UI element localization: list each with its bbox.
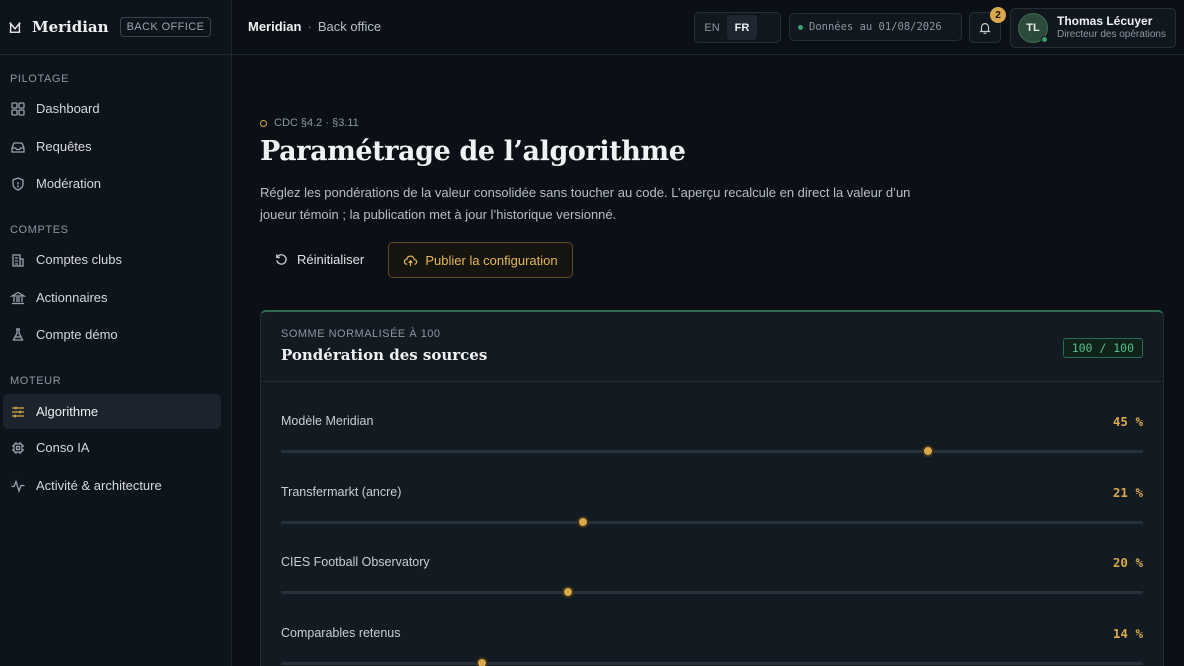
online-status-icon bbox=[1041, 36, 1048, 43]
sidebar-item-label: Algorithme bbox=[36, 404, 99, 419]
breadcrumb-separator: · bbox=[307, 19, 312, 34]
activity-icon bbox=[10, 478, 36, 494]
data-freshness-pill: Données au 01/08/2026 bbox=[789, 13, 962, 41]
language-switcher: EN FR bbox=[694, 12, 781, 43]
user-name: Thomas Lécuyer bbox=[1057, 14, 1153, 29]
chip-icon bbox=[10, 440, 36, 456]
section-label-moteur: MOTEUR bbox=[10, 375, 62, 387]
publish-button-label: Publier la configuration bbox=[425, 252, 558, 268]
language-option-en[interactable]: EN bbox=[697, 15, 727, 40]
notifications-count-badge: 2 bbox=[990, 7, 1006, 23]
sidebar-item-dashboard[interactable]: Dashboard bbox=[3, 91, 221, 126]
status-dot-icon bbox=[798, 24, 803, 30]
source-row: CIES Football Observatory 20 % bbox=[281, 555, 1143, 615]
sliders-icon bbox=[10, 404, 36, 420]
source-label: Modèle Meridian bbox=[281, 414, 374, 428]
meridian-logo-icon bbox=[9, 22, 21, 33]
sidebar-item-requetes[interactable]: Requêtes bbox=[3, 129, 221, 164]
topbar: Meridian · Back office EN FR Données au 01… bbox=[232, 0, 1184, 55]
sidebar-item-moderation[interactable]: Modération bbox=[3, 166, 221, 201]
sidebar-item-comptes-clubs[interactable]: Comptes clubs bbox=[3, 242, 221, 277]
weight-slider-thumb[interactable] bbox=[476, 657, 489, 666]
source-label: Comparables retenus bbox=[281, 626, 401, 640]
sidebar-item-label: Dashboard bbox=[36, 101, 100, 116]
sidebar-item-activite[interactable]: Activité & architecture bbox=[3, 468, 221, 503]
reset-button[interactable]: Réinitialiser bbox=[264, 242, 374, 276]
source-weights-card: SOMME NORMALISÉE À 100 Pondération des s… bbox=[260, 310, 1164, 666]
sidebar-item-label: Modération bbox=[36, 176, 102, 191]
ring-icon bbox=[260, 119, 267, 127]
shield-icon bbox=[10, 176, 36, 192]
section-label-comptes: COMPTES bbox=[10, 224, 69, 236]
reset-button-label: Réinitialiser bbox=[297, 251, 365, 267]
sidebar-item-actionnaires[interactable]: Actionnaires bbox=[3, 280, 221, 315]
sidebar-item-algorithme[interactable]: Algorithme bbox=[3, 394, 221, 429]
sidebar-item-conso-ia[interactable]: Conso IA bbox=[3, 430, 221, 465]
building-icon bbox=[10, 252, 36, 268]
source-value: 45 % bbox=[1112, 414, 1143, 429]
user-role: Directeur des opérations bbox=[1057, 29, 1166, 41]
card-kicker: SOMME NORMALISÉE À 100 bbox=[281, 328, 441, 340]
avatar: TL bbox=[1018, 13, 1048, 43]
cloud-upload-icon bbox=[404, 254, 418, 266]
page-title: Paramétrage de l’algorithme bbox=[260, 136, 686, 167]
source-row: Comparables retenus 14 % bbox=[281, 626, 1143, 666]
inbox-icon bbox=[10, 139, 36, 155]
bell-icon bbox=[979, 22, 991, 34]
bank-icon bbox=[10, 290, 36, 306]
source-value: 21 % bbox=[1112, 485, 1143, 500]
dashboard-icon bbox=[10, 101, 36, 117]
card-title: Pondération des sources bbox=[281, 346, 488, 364]
weight-slider-track[interactable] bbox=[281, 657, 1143, 666]
sidebar-item-label: Conso IA bbox=[36, 440, 90, 455]
sidebar-item-label: Requêtes bbox=[36, 139, 92, 154]
weight-slider-track[interactable] bbox=[281, 586, 1143, 598]
weight-slider-track[interactable] bbox=[281, 516, 1143, 528]
sidebar-item-compte-demo[interactable]: Compte démo bbox=[3, 317, 221, 352]
weight-slider-thumb[interactable] bbox=[562, 586, 575, 598]
source-value: 14 % bbox=[1112, 626, 1143, 641]
publish-button[interactable]: Publier la configuration bbox=[388, 242, 573, 278]
brand-name: Meridian bbox=[32, 18, 109, 36]
user-menu[interactable]: TL Thomas Lécuyer Directeur des opératio… bbox=[1010, 8, 1176, 48]
weight-slider-thumb[interactable] bbox=[576, 516, 589, 528]
card-header: SOMME NORMALISÉE À 100 Pondération des s… bbox=[261, 312, 1163, 382]
source-row: Modèle Meridian 45 % bbox=[281, 414, 1143, 474]
weight-slider-track[interactable] bbox=[281, 445, 1143, 457]
sidebar-item-label: Comptes clubs bbox=[36, 252, 122, 267]
brand-badge: BACK OFFICE bbox=[119, 17, 212, 37]
sidebar-item-label: Compte démo bbox=[36, 327, 118, 342]
weight-slider-thumb[interactable] bbox=[921, 445, 934, 457]
avatar-initials: TL bbox=[1026, 22, 1040, 34]
source-label: Transfermarkt (ancre) bbox=[281, 485, 402, 499]
sidebar: Meridian BACK OFFICE PILOTAGE Dashboard … bbox=[0, 0, 232, 666]
page-description: Réglez les pondérations de la valeur con… bbox=[260, 185, 911, 222]
data-date: Données au 01/08/2026 bbox=[809, 21, 942, 33]
source-label: CIES Football Observatory bbox=[281, 555, 430, 569]
spec-reference-text: CDC §4.2 · §3.11 bbox=[274, 117, 359, 129]
breadcrumb-root[interactable]: Meridian bbox=[248, 19, 301, 34]
weights-sum-badge: 100 / 100 bbox=[1062, 338, 1143, 358]
brand[interactable]: Meridian BACK OFFICE bbox=[0, 0, 231, 55]
flask-icon bbox=[10, 327, 36, 343]
source-row: Transfermarkt (ancre) 21 % bbox=[281, 485, 1143, 545]
spec-reference: CDC §4.2 · §3.11 bbox=[260, 117, 359, 129]
sidebar-item-label: Actionnaires bbox=[36, 290, 108, 305]
sidebar-item-label: Activité & architecture bbox=[36, 478, 162, 493]
source-value: 20 % bbox=[1112, 555, 1143, 570]
reset-icon bbox=[276, 253, 287, 265]
breadcrumb-current: Back office bbox=[317, 19, 382, 34]
notifications-button[interactable]: 2 bbox=[969, 7, 1006, 43]
breadcrumb: Meridian · Back office bbox=[248, 19, 381, 34]
language-option-fr[interactable]: FR bbox=[727, 15, 757, 40]
section-label-pilotage: PILOTAGE bbox=[10, 73, 69, 85]
main-content: CDC §4.2 · §3.11 Paramétrage de l’algori… bbox=[232, 56, 1184, 666]
